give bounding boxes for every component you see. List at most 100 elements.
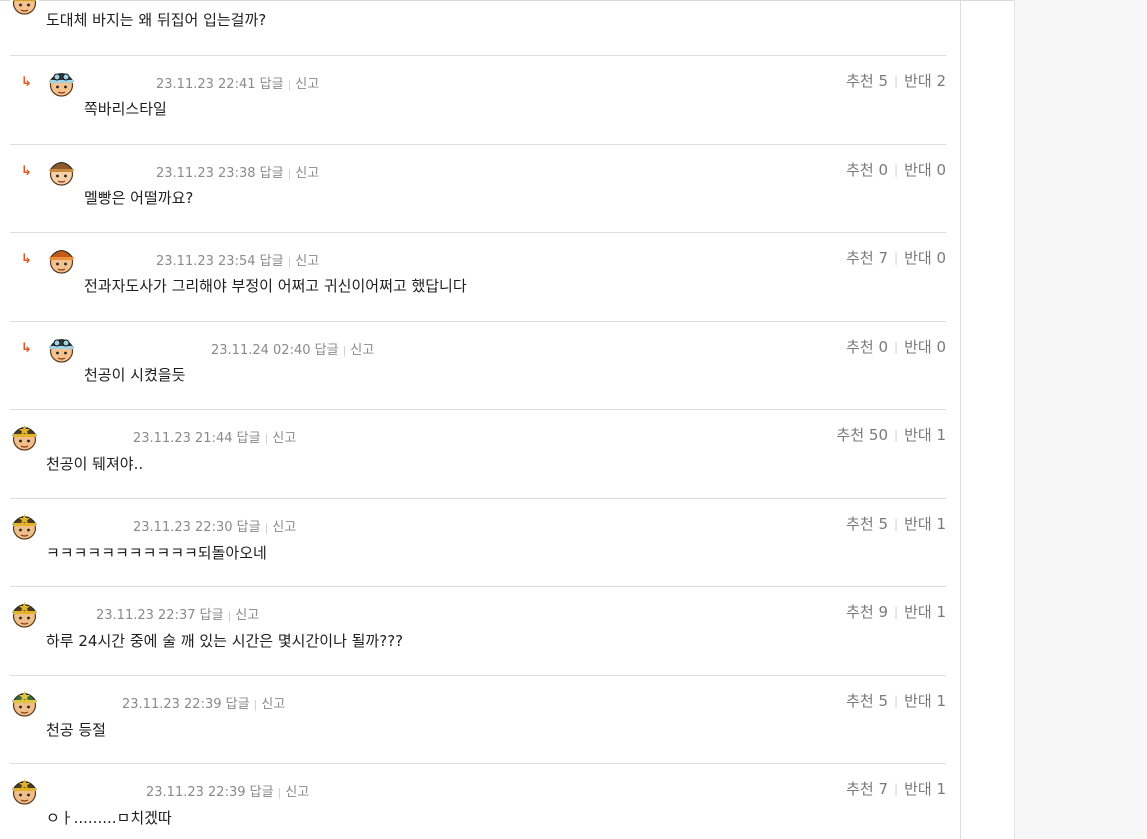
downvote-button[interactable]: 반대 1: [904, 515, 946, 533]
reply-link[interactable]: 답글: [315, 343, 339, 358]
user-avatar[interactable]: [10, 776, 39, 805]
user-avatar[interactable]: [10, 687, 39, 717]
comment-text: 천공이 시켰을듯: [84, 365, 186, 384]
comment-meta: 23.11.23 23:54 답글 | 신고: [156, 250, 319, 269]
comment-meta: 23.11.23 23:38 답글 | 신고: [156, 162, 319, 181]
user-avatar[interactable]: [10, 510, 39, 540]
downvote-label: 반대: [904, 72, 932, 90]
reply-link[interactable]: 답글: [237, 431, 261, 446]
upvote-button[interactable]: 추천 7: [846, 780, 888, 798]
upvote-label: 추천: [846, 337, 874, 356]
user-avatar[interactable]: [47, 245, 76, 274]
user-avatar[interactable]: [10, 0, 39, 15]
upvote-button[interactable]: 추천 5: [846, 515, 888, 533]
upvote-count: 9: [878, 603, 889, 621]
downvote-button[interactable]: 반대 1: [904, 692, 946, 710]
reply-link[interactable]: 답글: [226, 697, 250, 712]
comment: 23.11.23 22:37 답글 | 신고 추천 9 | 반대 1 하루 24시간 중에 …: [10, 587, 946, 676]
vote-counts: 추천 0 | 반대 0: [846, 159, 946, 180]
downvote-count: 1: [936, 426, 946, 444]
upvote-button[interactable]: 추천 5: [846, 692, 888, 710]
upvote-button[interactable]: 추천 5: [846, 72, 888, 90]
upvote-button[interactable]: 추천 50: [837, 426, 888, 444]
upvote-label: 추천: [846, 603, 874, 621]
comment-date: 23.11.23 22:37: [96, 608, 196, 623]
reply-link[interactable]: 답글: [260, 166, 284, 181]
reply-link[interactable]: 답글: [237, 520, 261, 535]
report-link[interactable]: 신고: [350, 343, 374, 358]
upvote-button[interactable]: 추천 0: [846, 161, 888, 179]
report-link[interactable]: 신고: [272, 520, 296, 535]
downvote-button[interactable]: 반대 0: [904, 338, 946, 356]
comment-date: 23.11.23 23:54: [156, 254, 256, 269]
report-link[interactable]: 신고: [285, 785, 309, 800]
reply-arrow-icon: ↳: [21, 252, 32, 267]
downvote-button[interactable]: 반대 0: [904, 161, 946, 179]
comment-date: 23.11.23 22:30: [133, 519, 233, 535]
user-avatar[interactable]: [10, 599, 39, 628]
meta-divider: |: [342, 343, 347, 357]
upvote-count: 0: [878, 337, 889, 356]
comment: 23.11.23 22:39 답글 | 신고 추천 7 | 반대 1 ㅇㅏ.........…: [10, 764, 946, 839]
user-avatar[interactable]: [47, 333, 76, 363]
meta-divider: |: [287, 255, 292, 268]
report-link[interactable]: 신고: [295, 166, 319, 181]
downvote-button[interactable]: 반대 2: [904, 72, 946, 90]
comment-text: ㅇㅏ.........ㅁ치겠따: [46, 809, 172, 827]
user-avatar[interactable]: [47, 156, 76, 186]
comment-meta: 23.11.23 22:37 답글 | 신고: [96, 604, 259, 623]
comment-meta: 23.11.23 22:39 답글 | 신고: [146, 781, 309, 800]
reply-link[interactable]: 답글: [250, 785, 274, 800]
comment-text: 멜빵은 어떨까요?: [84, 188, 194, 207]
vote-counts: 추천 7 | 반대 1: [846, 778, 946, 799]
vote-counts: 추천 7 | 반대 0: [846, 247, 946, 268]
upvote-label: 추천: [846, 249, 874, 267]
comment-meta: 23.11.23 22:39 답글 | 신고: [122, 693, 285, 712]
vote-counts: 추천 0 | 반대 0: [846, 336, 946, 357]
downvote-button[interactable]: 반대 1: [904, 603, 946, 621]
upvote-count: 7: [878, 780, 889, 798]
downvote-count: 1: [936, 780, 946, 798]
comment-meta: 23.11.23 21:44 답글 | 신고: [133, 427, 296, 446]
comment-meta: 23.11.24 02:40 답글 | 신고: [211, 339, 374, 358]
vote-divider: |: [894, 339, 899, 354]
downvote-button[interactable]: 반대 1: [904, 780, 946, 798]
user-avatar[interactable]: [10, 422, 39, 451]
comment-list: 도대체 바지는 왜 뒤집어 입는걸까? ↳ 23.11.23 22:41 답글 | 신고…: [10, 0, 946, 839]
report-link[interactable]: 신고: [272, 431, 296, 446]
upvote-button[interactable]: 추천 0: [846, 338, 888, 356]
downvote-count: 0: [936, 249, 946, 267]
report-link[interactable]: 신고: [235, 608, 259, 623]
downvote-count: 0: [936, 337, 946, 356]
comment-date: 23.11.23 22:39: [146, 785, 246, 800]
reply-comment: ↳ 23.11.23 23:54 답글 | 신고 추천 7 | 반대 0 전과자도사가 그리해…: [10, 233, 946, 322]
downvote-count: 1: [936, 514, 946, 533]
report-link[interactable]: 신고: [261, 697, 285, 712]
reply-link[interactable]: 답글: [200, 608, 224, 623]
upvote-button[interactable]: 추천 9: [846, 603, 888, 621]
reply-link[interactable]: 답글: [260, 77, 284, 92]
user-avatar[interactable]: [47, 68, 76, 97]
downvote-label: 반대: [904, 249, 932, 267]
vote-counts: 추천 50 | 반대 1: [837, 424, 946, 445]
reply-comment: ↳ 23.11.23 22:41 답글 | 신고 추천 5 | 반대 2 쪽바리스타일: [10, 56, 946, 145]
comment: 23.11.23 22:30 답글 | 신고 추천 5 | 반대 1 ㅋㅋㅋㅋㅋㅋㅋㅋㅋㅋㅋ…: [10, 499, 946, 587]
comment-date: 23.11.24 02:40: [211, 342, 311, 358]
downvote-button[interactable]: 반대 0: [904, 249, 946, 267]
downvote-button[interactable]: 반대 1: [904, 426, 946, 444]
downvote-count: 1: [936, 603, 946, 621]
report-link[interactable]: 신고: [295, 77, 319, 92]
upvote-button[interactable]: 추천 7: [846, 249, 888, 267]
upvote-count: 7: [878, 249, 889, 267]
reply-comment: ↳ 23.11.24 02:40 답글 | 신고 추천 0 | 반대 0 천공이 시켰을듯: [10, 322, 946, 410]
vote-divider: |: [894, 782, 899, 796]
reply-arrow-icon: ↳: [21, 340, 32, 356]
reply-link[interactable]: 답글: [260, 254, 284, 269]
report-link[interactable]: 신고: [295, 254, 319, 269]
comment: 도대체 바지는 왜 뒤집어 입는걸까?: [10, 0, 946, 56]
comment: 23.11.23 21:44 답글 | 신고 추천 50 | 반대 1 천공이 뒈져야..: [10, 410, 946, 499]
vote-divider: |: [894, 428, 899, 442]
vote-divider: |: [894, 251, 899, 265]
comment-column: 도대체 바지는 왜 뒤집어 입는걸까? ↳ 23.11.23 22:41 답글 | 신고…: [0, 0, 961, 839]
meta-divider: |: [227, 609, 232, 622]
